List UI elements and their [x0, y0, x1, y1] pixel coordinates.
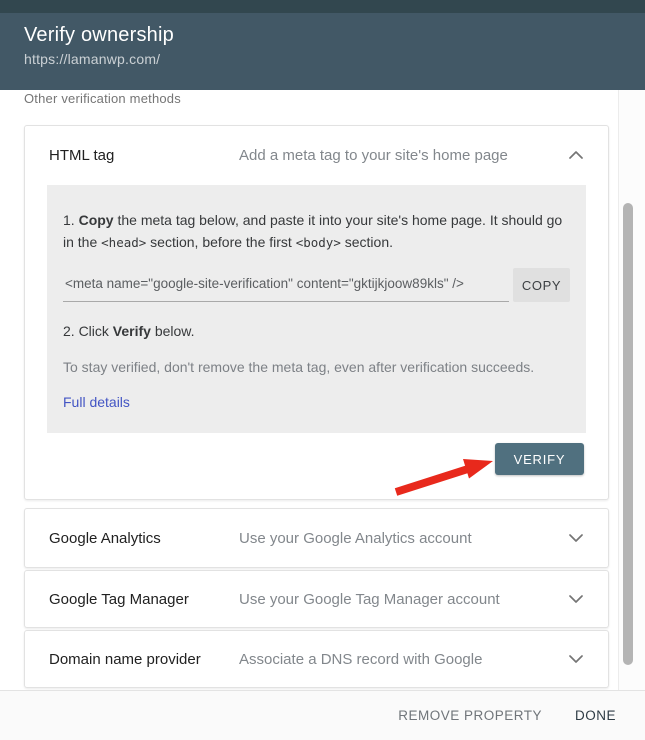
step2-instruction: 2. Click Verify below. [63, 323, 195, 339]
google-analytics-card: Google Analytics Use your Google Analyti… [24, 508, 609, 568]
instructions-panel: 1. Copy the meta tag below, and paste it… [47, 185, 586, 433]
method-description: Use your Google Analytics account [239, 529, 472, 547]
stay-verified-note: To stay verified, don't remove the meta … [63, 359, 535, 375]
remove-property-button[interactable]: REMOVE PROPERTY [398, 708, 542, 723]
section-label: Other verification methods [24, 91, 181, 106]
meta-tag-row: <meta name="google-site-verification" co… [63, 268, 570, 302]
method-row-google-analytics[interactable]: Google Analytics Use your Google Analyti… [25, 509, 608, 567]
copy-button[interactable]: COPY [513, 268, 570, 302]
dialog-footer: REMOVE PROPERTY DONE [0, 690, 645, 740]
scrollbar-track[interactable] [618, 90, 645, 690]
verify-row: VERIFY [25, 433, 608, 475]
method-description: Add a meta tag to your site's home page [239, 146, 508, 164]
property-url: https://lamanwp.com/ [24, 51, 161, 67]
page-title: Verify ownership [24, 24, 174, 46]
method-label: Domain name provider [49, 650, 201, 668]
step1-instruction: 1. Copy the meta tag below, and paste it… [63, 212, 563, 250]
method-label: HTML tag [49, 146, 115, 164]
done-button[interactable]: DONE [575, 708, 616, 723]
scrollbar-thumb[interactable] [623, 203, 633, 665]
google-tag-manager-card: Google Tag Manager Use your Google Tag M… [24, 570, 609, 628]
chevron-down-icon[interactable] [568, 654, 584, 664]
dialog-header: Verify ownership https://lamanwp.com/ [0, 0, 645, 90]
method-description: Use your Google Tag Manager account [239, 590, 500, 608]
chevron-up-icon[interactable] [568, 150, 584, 160]
method-label: Google Analytics [49, 529, 161, 547]
method-row-google-tag-manager[interactable]: Google Tag Manager Use your Google Tag M… [25, 571, 608, 627]
method-row-html-tag[interactable]: HTML tag Add a meta tag to your site's h… [25, 126, 608, 184]
full-details-link[interactable]: Full details [63, 394, 130, 410]
method-row-domain-name-provider[interactable]: Domain name provider Associate a DNS rec… [25, 631, 608, 687]
meta-tag-field[interactable]: <meta name="google-site-verification" co… [63, 268, 509, 302]
method-description: Associate a DNS record with Google [239, 650, 483, 668]
header-top-strip [0, 0, 645, 13]
domain-name-provider-card: Domain name provider Associate a DNS rec… [24, 630, 609, 688]
body-tag-code: <body> [295, 235, 341, 250]
chevron-down-icon[interactable] [568, 594, 584, 604]
html-tag-card: HTML tag Add a meta tag to your site's h… [24, 125, 609, 500]
chevron-down-icon[interactable] [568, 533, 584, 543]
method-label: Google Tag Manager [49, 590, 189, 608]
head-tag-code: <head> [101, 235, 147, 250]
verify-button[interactable]: VERIFY [495, 443, 584, 475]
